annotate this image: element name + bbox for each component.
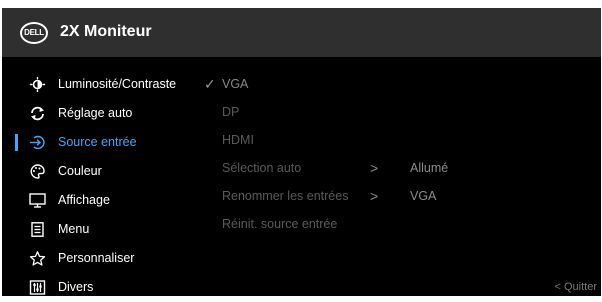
sliders-icon [29, 280, 46, 295]
option-label: Sélection auto [222, 161, 302, 175]
monitor-osd-window: DELL 2X Moniteur Luminosité/Contraste Ré… [2, 8, 601, 296]
option-vga[interactable]: ✓ VGA [202, 70, 602, 98]
menu-item-brightness-contrast[interactable]: Luminosité/Contraste [2, 70, 202, 99]
input-source-submenu: ✓ VGA DP HDMI Sélection auto > Allumé Re… [202, 70, 602, 238]
input-source-icon [29, 135, 46, 150]
menu-item-display[interactable]: Affichage [2, 186, 202, 215]
active-indicator [15, 134, 18, 151]
menu-item-label: Luminosité/Contraste [58, 77, 177, 91]
auto-adjust-icon [29, 106, 46, 121]
menu-item-label: Affichage [58, 193, 110, 207]
menu-item-label: Menu [58, 222, 90, 236]
menu-item-personalize[interactable]: Personnaliser [2, 244, 202, 273]
quit-button[interactable]: < Quitter [555, 281, 598, 293]
dell-logo: DELL [20, 22, 48, 44]
option-reset-input-source[interactable]: Réinit. source entrée [202, 210, 602, 238]
option-label: HDMI [222, 133, 254, 147]
option-label: Renommer les entrées [222, 189, 349, 203]
option-label: Réinit. source entrée [222, 217, 338, 231]
menu-item-menu[interactable]: Menu [2, 215, 202, 244]
menu-item-label: Couleur [58, 164, 102, 178]
menu-item-auto-adjust[interactable]: Réglage auto [2, 99, 202, 128]
option-label: DP [222, 105, 240, 119]
palette-icon [29, 164, 46, 179]
option-dp[interactable]: DP [202, 98, 602, 126]
star-icon [29, 251, 46, 266]
option-value: VGA [410, 189, 437, 203]
brightness-icon [29, 77, 46, 92]
menu-item-color[interactable]: Couleur [2, 157, 202, 186]
osd-header: DELL 2X Moniteur [2, 8, 601, 57]
chevron-right-icon: > [370, 160, 379, 176]
option-rename-inputs[interactable]: Renommer les entrées > VGA [202, 182, 602, 210]
menu-item-input-source[interactable]: Source entrée [2, 128, 202, 157]
option-label: VGA [222, 77, 249, 91]
option-value: Allumé [410, 161, 449, 175]
menu-item-label: Source entrée [58, 135, 137, 149]
monitor-icon [29, 193, 46, 208]
option-auto-select[interactable]: Sélection auto > Allumé [202, 154, 602, 182]
option-hdmi[interactable]: HDMI [202, 126, 602, 154]
menu-item-label: Réglage auto [58, 106, 133, 120]
osd-main-menu: Luminosité/Contraste Réglage auto Source… [2, 70, 202, 302]
chevron-right-icon: > [370, 188, 379, 204]
checkmark-icon: ✓ [204, 76, 216, 92]
osd-title: 2X Moniteur [60, 23, 152, 40]
menu-document-icon [29, 222, 46, 237]
menu-item-label: Personnaliser [58, 251, 135, 265]
